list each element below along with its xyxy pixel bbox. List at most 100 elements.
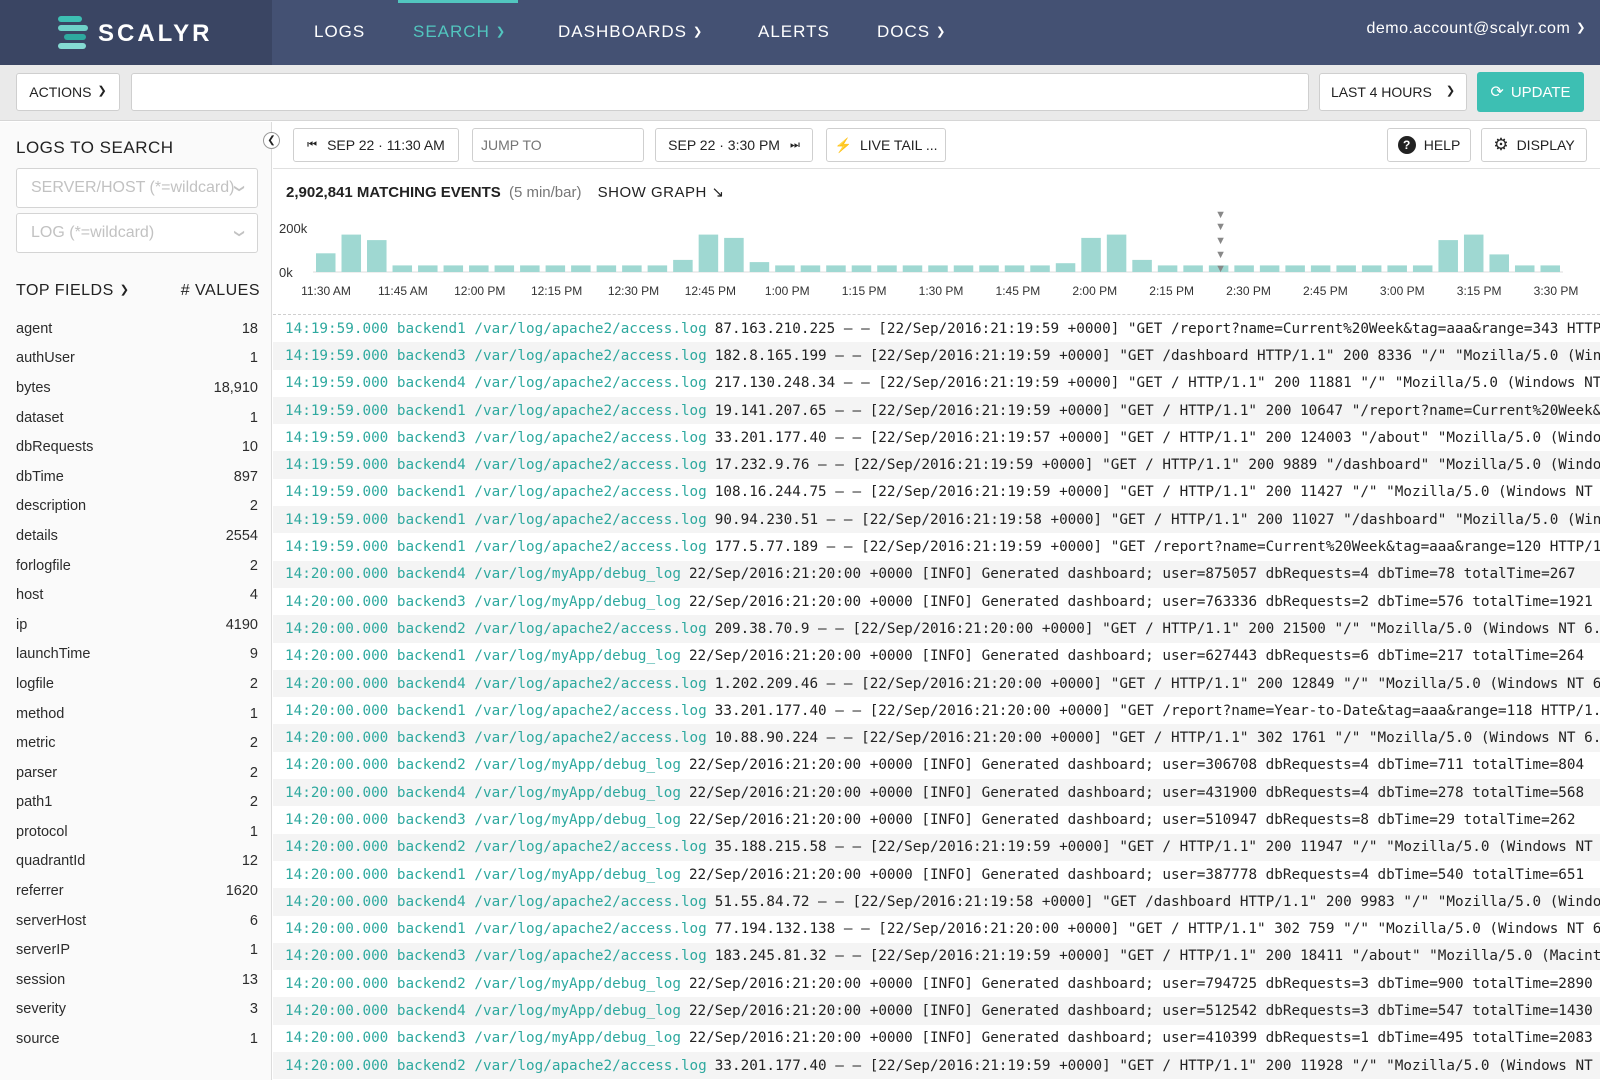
field-row[interactable]: method 1	[0, 699, 272, 729]
log-row[interactable]: 14:19:59.000 backend3 /var/log/apache2/a…	[273, 424, 1600, 451]
field-row[interactable]: dbRequests 10	[0, 432, 272, 462]
log-row[interactable]: 14:20:00.000 backend4 /var/log/myApp/deb…	[273, 560, 1600, 588]
histogram-bar[interactable]	[1310, 265, 1331, 272]
histogram-bar[interactable]	[1361, 265, 1382, 272]
collapse-sidebar-icon[interactable]: ❮	[263, 132, 280, 149]
field-row[interactable]: source 1	[0, 1024, 272, 1054]
log-row[interactable]: 14:20:00.000 backend2 /var/log/apache2/a…	[273, 833, 1600, 861]
field-row[interactable]: bytes 18,910	[0, 373, 272, 403]
histogram-bar[interactable]	[1412, 265, 1433, 272]
nav-alerts[interactable]: ALERTS	[758, 22, 830, 42]
histogram-bar[interactable]	[1234, 265, 1254, 272]
start-time-button[interactable]: ⏮ SEP 22 · 11:30 AM	[293, 128, 459, 162]
user-menu[interactable]: demo.account@scalyr.com ❯	[1366, 20, 1586, 38]
histogram-bar[interactable]	[647, 265, 668, 272]
field-row[interactable]: parser 2	[0, 758, 272, 788]
histogram-bar[interactable]	[749, 262, 770, 272]
field-row[interactable]: serverIP 1	[0, 935, 272, 965]
field-row[interactable]: protocol 1	[0, 817, 272, 847]
jump-to-input[interactable]	[472, 128, 644, 162]
histogram-bar[interactable]	[1081, 237, 1101, 272]
field-row[interactable]: dbTime 897	[0, 462, 272, 492]
histogram-bar[interactable]	[1387, 265, 1407, 272]
logo[interactable]: SCALYR	[0, 0, 272, 65]
histogram-bar[interactable]	[1055, 263, 1076, 272]
log-row[interactable]: 14:19:59.000 backend1 /var/log/apache2/a…	[273, 396, 1600, 425]
nav-logs[interactable]: LOGS	[314, 22, 365, 42]
histogram-bar[interactable]	[1259, 265, 1280, 272]
log-row[interactable]: 14:20:00.000 backend3 /var/log/myApp/deb…	[273, 806, 1600, 833]
log-row[interactable]: 14:20:00.000 backend4 /var/log/myApp/deb…	[273, 997, 1600, 1025]
log-row[interactable]: 14:19:59.000 backend4 /var/log/apache2/a…	[273, 370, 1600, 397]
log-row[interactable]: 14:20:00.000 backend1 /var/log/apache2/a…	[273, 697, 1600, 724]
histogram-bar[interactable]	[596, 265, 617, 272]
log-row[interactable]: 14:19:59.000 backend1 /var/log/apache2/a…	[273, 315, 1600, 342]
log-row[interactable]: 14:20:00.000 backend2 /var/log/apache2/a…	[273, 1052, 1600, 1080]
field-row[interactable]: ip 4190	[0, 610, 272, 640]
histogram-bar[interactable]	[1336, 265, 1356, 272]
field-row[interactable]: path1 2	[0, 788, 272, 818]
log-row[interactable]: 14:20:00.000 backend3 /var/log/apache2/a…	[273, 942, 1600, 971]
histogram-bar[interactable]	[392, 265, 413, 272]
nav-search[interactable]: SEARCH ❯	[413, 22, 506, 42]
histogram-bar[interactable]	[571, 265, 591, 272]
nav-dashboards[interactable]: DASHBOARDS ❯	[558, 22, 703, 42]
histogram-bar[interactable]	[800, 265, 821, 272]
histogram-bar[interactable]	[673, 259, 693, 272]
histogram-bar[interactable]	[1106, 234, 1127, 272]
histogram-bar[interactable]	[418, 265, 438, 272]
histogram-bar[interactable]	[341, 234, 362, 272]
field-row[interactable]: forlogfile 2	[0, 551, 272, 581]
help-button[interactable]: ? HELP	[1387, 128, 1471, 162]
field-row[interactable]: host 4	[0, 580, 272, 610]
histogram-bar[interactable]	[1157, 265, 1178, 272]
histogram-bar[interactable]	[826, 265, 846, 272]
server-host-select[interactable]: SERVER/HOST (*=wildcard) ❯	[16, 168, 258, 208]
log-row[interactable]: 14:20:00.000 backend3 /var/log/myApp/deb…	[273, 1025, 1600, 1052]
log-row[interactable]: 14:20:00.000 backend1 /var/log/myApp/deb…	[273, 861, 1600, 888]
log-row[interactable]: 14:20:00.000 backend3 /var/log/myApp/deb…	[273, 588, 1600, 615]
log-row[interactable]: 14:20:00.000 backend4 /var/log/apache2/a…	[273, 669, 1600, 698]
time-range-select[interactable]: LAST 4 HOURS ❯	[1319, 73, 1467, 111]
histogram-bar[interactable]	[1514, 265, 1535, 272]
log-row[interactable]: 14:20:00.000 backend2 /var/log/apache2/a…	[273, 615, 1600, 643]
search-input[interactable]	[131, 73, 1309, 111]
log-row[interactable]: 14:19:59.000 backend1 /var/log/apache2/a…	[273, 506, 1600, 534]
histogram-bar[interactable]	[1285, 265, 1305, 272]
field-row[interactable]: referrer 1620	[0, 876, 272, 906]
log-row[interactable]: 14:20:00.000 backend1 /var/log/myApp/deb…	[273, 643, 1600, 670]
field-row[interactable]: quadrantId 12	[0, 847, 272, 877]
field-row[interactable]: session 13	[0, 965, 272, 995]
log-row[interactable]: 14:20:00.000 backend4 /var/log/myApp/deb…	[273, 779, 1600, 807]
histogram-bar[interactable]	[443, 265, 464, 272]
log-row[interactable]: 14:20:00.000 backend1 /var/log/apache2/a…	[273, 916, 1600, 943]
field-row[interactable]: authUser 1	[0, 344, 272, 374]
live-tail-button[interactable]: ⚡ LIVE TAIL ...	[826, 128, 946, 162]
field-row[interactable]: description 2	[0, 492, 272, 522]
histogram-bar[interactable]	[1489, 254, 1509, 272]
histogram-bar[interactable]	[877, 265, 897, 272]
histogram-bar[interactable]	[724, 237, 744, 272]
histogram-bar[interactable]	[1132, 259, 1152, 272]
event-histogram[interactable]: 200k0k▼▼▼▼▼11:30 AM 11:45 AM 12:00 PM 12:15…	[273, 208, 1600, 310]
log-row[interactable]: 14:20:00.000 backend4 /var/log/apache2/a…	[273, 888, 1600, 916]
log-row[interactable]: 14:19:59.000 backend3 /var/log/apache2/a…	[273, 342, 1600, 370]
log-row[interactable]: 14:19:59.000 backend1 /var/log/apache2/a…	[273, 533, 1600, 560]
histogram-bar[interactable]	[928, 265, 948, 272]
field-row[interactable]: logfile 2	[0, 669, 272, 699]
histogram-bar[interactable]	[851, 265, 872, 272]
field-row[interactable]: launchTime 9	[0, 640, 272, 670]
histogram-bar[interactable]	[520, 265, 540, 272]
histogram-bar[interactable]	[953, 265, 974, 272]
histogram-bar[interactable]	[1030, 265, 1050, 272]
field-row[interactable]: dataset 1	[0, 403, 272, 433]
field-row[interactable]: serverHost 6	[0, 906, 272, 936]
update-button[interactable]: ⟳ UPDATE	[1477, 72, 1584, 112]
display-button[interactable]: ⚙ DISPLAY	[1481, 128, 1587, 162]
histogram-bar[interactable]	[902, 265, 923, 272]
histogram-bar[interactable]	[469, 265, 489, 272]
histogram-bar[interactable]	[1540, 265, 1560, 272]
histogram-bar[interactable]	[979, 265, 999, 272]
histogram-bar[interactable]	[775, 265, 795, 272]
log-row[interactable]: 14:19:59.000 backend4 /var/log/apache2/a…	[273, 451, 1600, 479]
